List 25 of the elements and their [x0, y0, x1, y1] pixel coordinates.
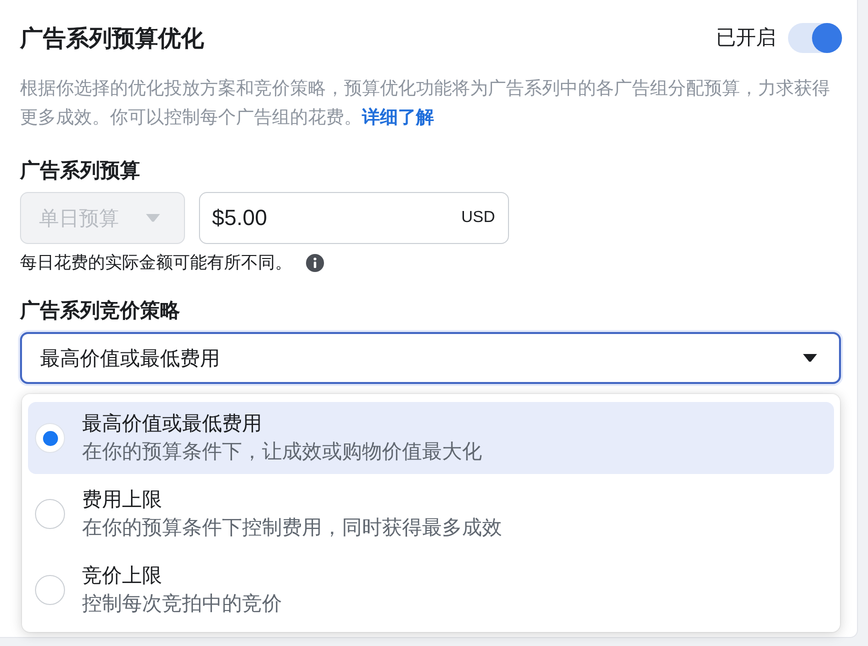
info-icon[interactable] — [306, 254, 324, 272]
option-description: 在你的预算条件下控制费用，同时获得最多成效 — [82, 516, 502, 541]
option-title: 费用上限 — [82, 488, 163, 513]
option-description: 控制每次竞拍中的竞价 — [82, 592, 282, 617]
budget-note: 每日花费的实际金额可能有所不同。 — [20, 252, 292, 274]
learn-more-link[interactable]: 详细了解 — [362, 107, 434, 127]
bid-strategy-option[interactable]: 竞价上限 控制每次竞拍中的竞价 — [28, 554, 834, 626]
budget-label: 广告系列预算 — [20, 159, 141, 183]
option-title: 竞价上限 — [82, 564, 163, 589]
bid-strategy-select[interactable]: 最高价值或最低费用 — [20, 332, 841, 384]
radio-button[interactable] — [35, 499, 65, 529]
option-description: 在你的预算条件下，让成效或购物价值最大化 — [82, 440, 482, 465]
bid-strategy-option[interactable]: 最高价值或最低费用 在你的预算条件下，让成效或购物价值最大化 — [28, 402, 834, 474]
option-title: 最高价值或最低费用 — [82, 412, 263, 437]
description-text: 根据你选择的优化投放方案和竞价策略，预算优化功能将为广告系列中的各广告组分配预算，力求获得更多成效。你可以控制每个广告组的花费。详细了解 — [20, 77, 831, 129]
caret-icon — [803, 354, 817, 362]
caret-icon — [146, 214, 160, 222]
radio-button[interactable] — [35, 423, 65, 453]
radio-button[interactable] — [35, 575, 65, 605]
bid-strategy-label: 广告系列竞价策略 — [20, 299, 181, 323]
section-title: 广告系列预算优化 — [20, 24, 204, 53]
status-label: 已开启 — [716, 26, 776, 51]
toggle-switch[interactable] — [788, 23, 842, 53]
bid-strategy-option[interactable]: 费用上限 在你的预算条件下控制费用，同时获得最多成效 — [28, 478, 834, 550]
currency-label: USD — [461, 208, 495, 228]
